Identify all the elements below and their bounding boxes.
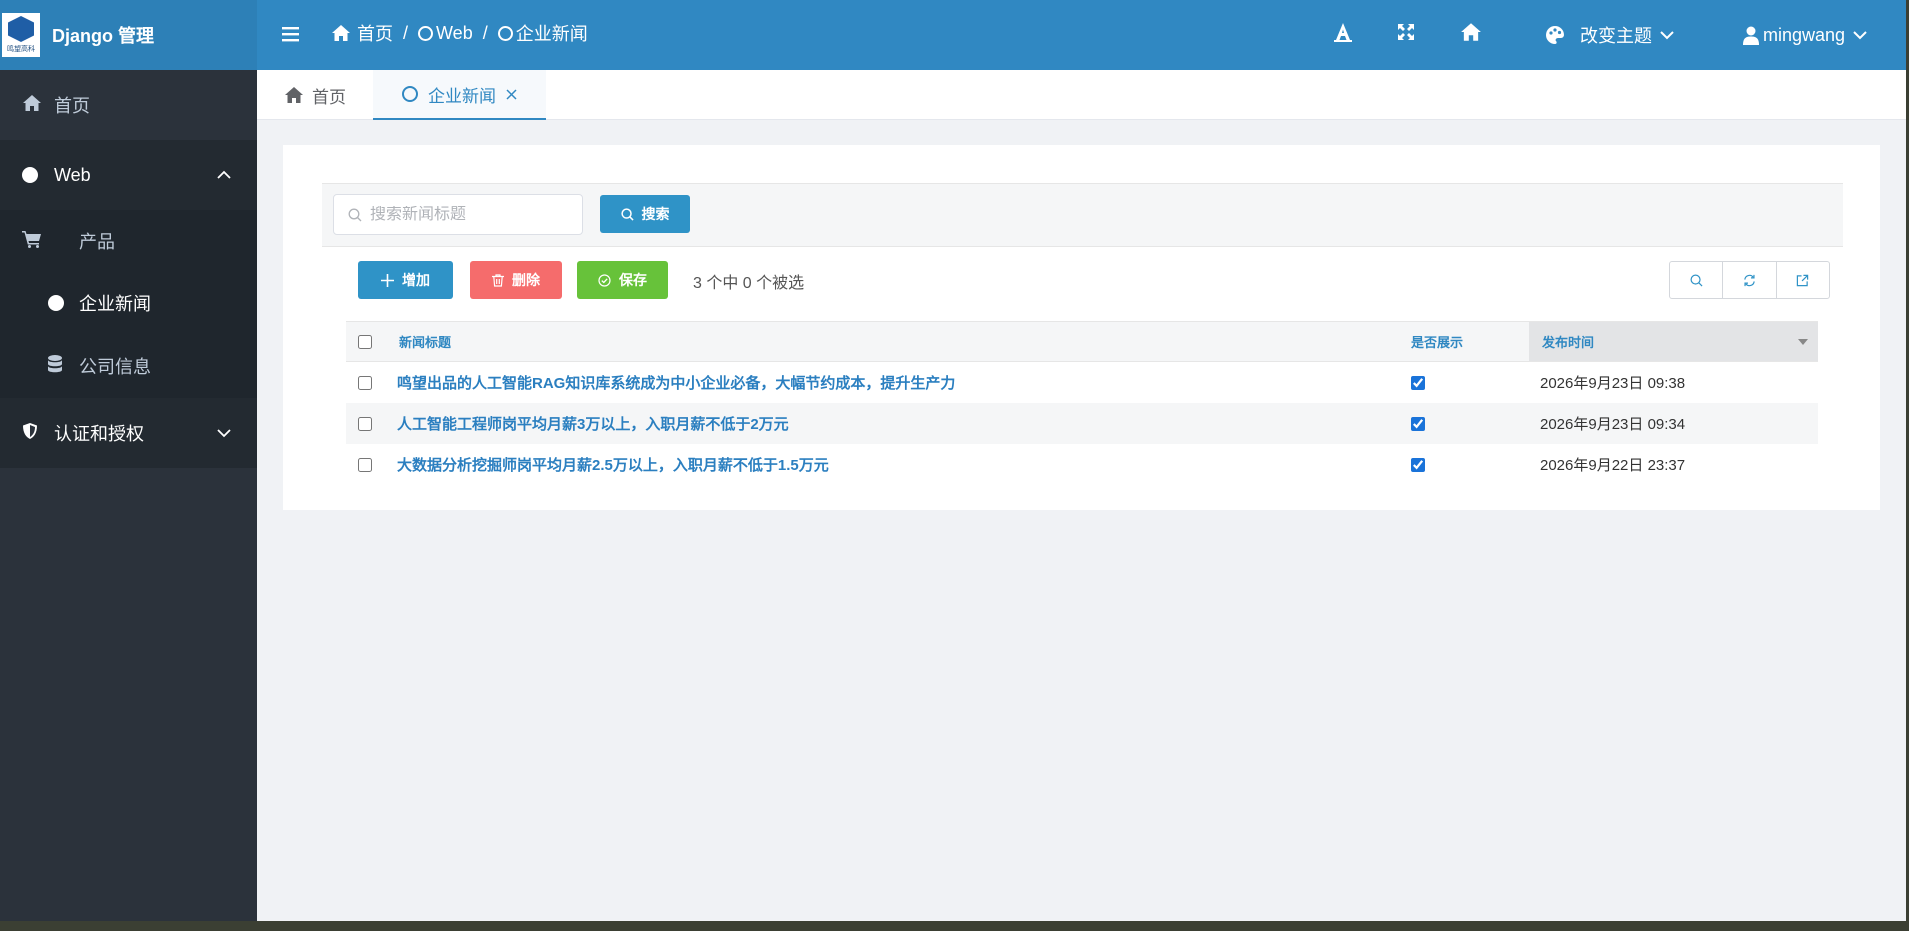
circle-icon <box>418 25 434 41</box>
search-field[interactable] <box>333 194 583 235</box>
search-toggle-button[interactable] <box>1670 262 1724 298</box>
sidebar: 首页 Web 产品 企业新闻 公司信息 认证和授权 <box>0 70 257 921</box>
breadcrumb-home[interactable]: 首页 <box>331 20 393 46</box>
export-button[interactable] <box>1777 262 1829 298</box>
circle-icon <box>402 86 418 102</box>
sidebar-item-home[interactable]: 首页 <box>0 70 257 140</box>
table-header: 新闻标题 是否展示 发布时间 <box>346 321 1818 362</box>
circle-icon <box>497 25 513 41</box>
user-label: mingwang <box>1763 24 1846 45</box>
chevron-up-icon <box>217 170 231 179</box>
selection-count: 3 个中 0 个被选 <box>693 275 805 292</box>
refresh-icon <box>1744 274 1755 286</box>
logo-area[interactable]: 鸣望高科 Django 管理 <box>0 0 257 70</box>
row-checkbox[interactable] <box>358 457 372 472</box>
font-icon[interactable] <box>1333 21 1353 48</box>
add-button[interactable]: 增加 <box>358 261 453 299</box>
circle-icon <box>48 295 64 311</box>
news-table: 新闻标题 是否展示 发布时间 鸣望出品的人工智能RAG知识库系统成为中小企业必备… <box>346 321 1818 485</box>
row-checkbox[interactable] <box>358 416 372 431</box>
tab-news[interactable]: 企业新闻 <box>373 70 546 120</box>
refresh-button[interactable] <box>1723 262 1777 298</box>
theme-dropdown[interactable]: 改变主题 <box>1545 0 1674 70</box>
search-input[interactable] <box>370 205 570 224</box>
publish-date: 2026年9月23日 09:38 <box>1540 375 1686 392</box>
publish-date: 2026年9月22日 23:37 <box>1540 457 1686 474</box>
app-title: Django 管理 <box>52 26 154 46</box>
home-icon <box>285 87 303 103</box>
column-header-shown[interactable]: 是否展示 <box>1411 322 1463 361</box>
theme-label: 改变主题 <box>1580 26 1652 46</box>
publish-date: 2026年9月23日 09:34 <box>1540 416 1686 433</box>
home-icon <box>332 25 350 41</box>
chevron-down-icon <box>1660 31 1674 40</box>
search-button[interactable]: 搜索 <box>600 195 690 233</box>
table-row: 鸣望出品的人工智能RAG知识库系统成为中小企业必备，大幅节约成本，提升生产力 2… <box>346 362 1818 403</box>
select-all-checkbox[interactable] <box>358 334 372 349</box>
sidebar-item-company-info[interactable]: 公司信息 <box>0 334 257 398</box>
column-header-title[interactable]: 新闻标题 <box>399 322 451 361</box>
breadcrumb-web[interactable]: Web <box>418 23 473 44</box>
sidebar-item-products[interactable]: 产品 <box>0 210 257 272</box>
check-circle-icon <box>598 273 611 287</box>
news-title-link[interactable]: 鸣望出品的人工智能RAG知识库系统成为中小企业必备，大幅节约成本，提升生产力 <box>397 362 955 403</box>
admin-app: 鸣望高科 Django 管理 首页 / Web / 企业新闻 改变主题 ming… <box>0 0 1906 921</box>
chevron-down-icon <box>217 429 231 438</box>
search-icon <box>620 207 634 221</box>
search-icon <box>348 208 362 221</box>
sort-icon[interactable] <box>1798 322 1808 361</box>
user-icon <box>1743 26 1759 45</box>
sidebar-item-news[interactable]: 企业新闻 <box>0 272 257 334</box>
database-icon <box>48 354 62 378</box>
sidebar-group-web[interactable]: Web <box>0 140 257 210</box>
fullscreen-icon[interactable] <box>1396 22 1416 47</box>
close-icon[interactable] <box>506 88 517 100</box>
home-icon[interactable] <box>1460 22 1482 47</box>
palette-icon <box>1546 26 1564 44</box>
shown-checkbox[interactable] <box>1411 375 1425 390</box>
tab-home[interactable]: 首页 <box>257 70 373 120</box>
tab-bar: 首页 企业新闻 <box>257 70 1906 120</box>
top-header: 鸣望高科 Django 管理 首页 / Web / 企业新闻 改变主题 ming… <box>0 0 1906 70</box>
trash-icon <box>492 273 504 287</box>
table-row: 人工智能工程师岗平均月薪3万以上，入职月薪不低于2万元 2026年9月23日 0… <box>346 403 1818 444</box>
shield-icon <box>22 422 38 445</box>
circle-icon <box>22 167 38 183</box>
search-icon <box>1690 274 1703 286</box>
cart-icon <box>22 230 42 253</box>
plus-icon <box>381 273 394 287</box>
sidebar-group-auth[interactable]: 认证和授权 <box>0 398 257 468</box>
delete-button[interactable]: 删除 <box>470 261 562 299</box>
home-icon <box>22 94 42 117</box>
breadcrumb-news: 企业新闻 <box>497 20 588 46</box>
breadcrumb: 首页 / Web / 企业新闻 <box>331 20 588 46</box>
export-icon <box>1797 274 1809 286</box>
save-button[interactable]: 保存 <box>577 261 668 299</box>
news-title-link[interactable]: 人工智能工程师岗平均月薪3万以上，入职月薪不低于2万元 <box>397 403 789 444</box>
shown-checkbox[interactable] <box>1411 457 1425 472</box>
window-bottom-strip <box>0 921 1909 931</box>
shown-checkbox[interactable] <box>1411 416 1425 431</box>
news-title-link[interactable]: 大数据分析挖掘师岗平均月薪2.5万以上，入职月薪不低于1.5万元 <box>397 444 829 485</box>
logo: 鸣望高科 <box>2 13 40 57</box>
column-header-date[interactable]: 发布时间 <box>1542 322 1594 361</box>
table-tools <box>1669 261 1830 299</box>
table-row: 大数据分析挖掘师岗平均月薪2.5万以上，入职月薪不低于1.5万元 2026年9月… <box>346 444 1818 485</box>
row-checkbox[interactable] <box>358 375 372 390</box>
menu-icon[interactable] <box>282 22 302 50</box>
chevron-down-icon <box>1853 31 1867 40</box>
user-dropdown[interactable]: mingwang <box>1743 0 1867 70</box>
